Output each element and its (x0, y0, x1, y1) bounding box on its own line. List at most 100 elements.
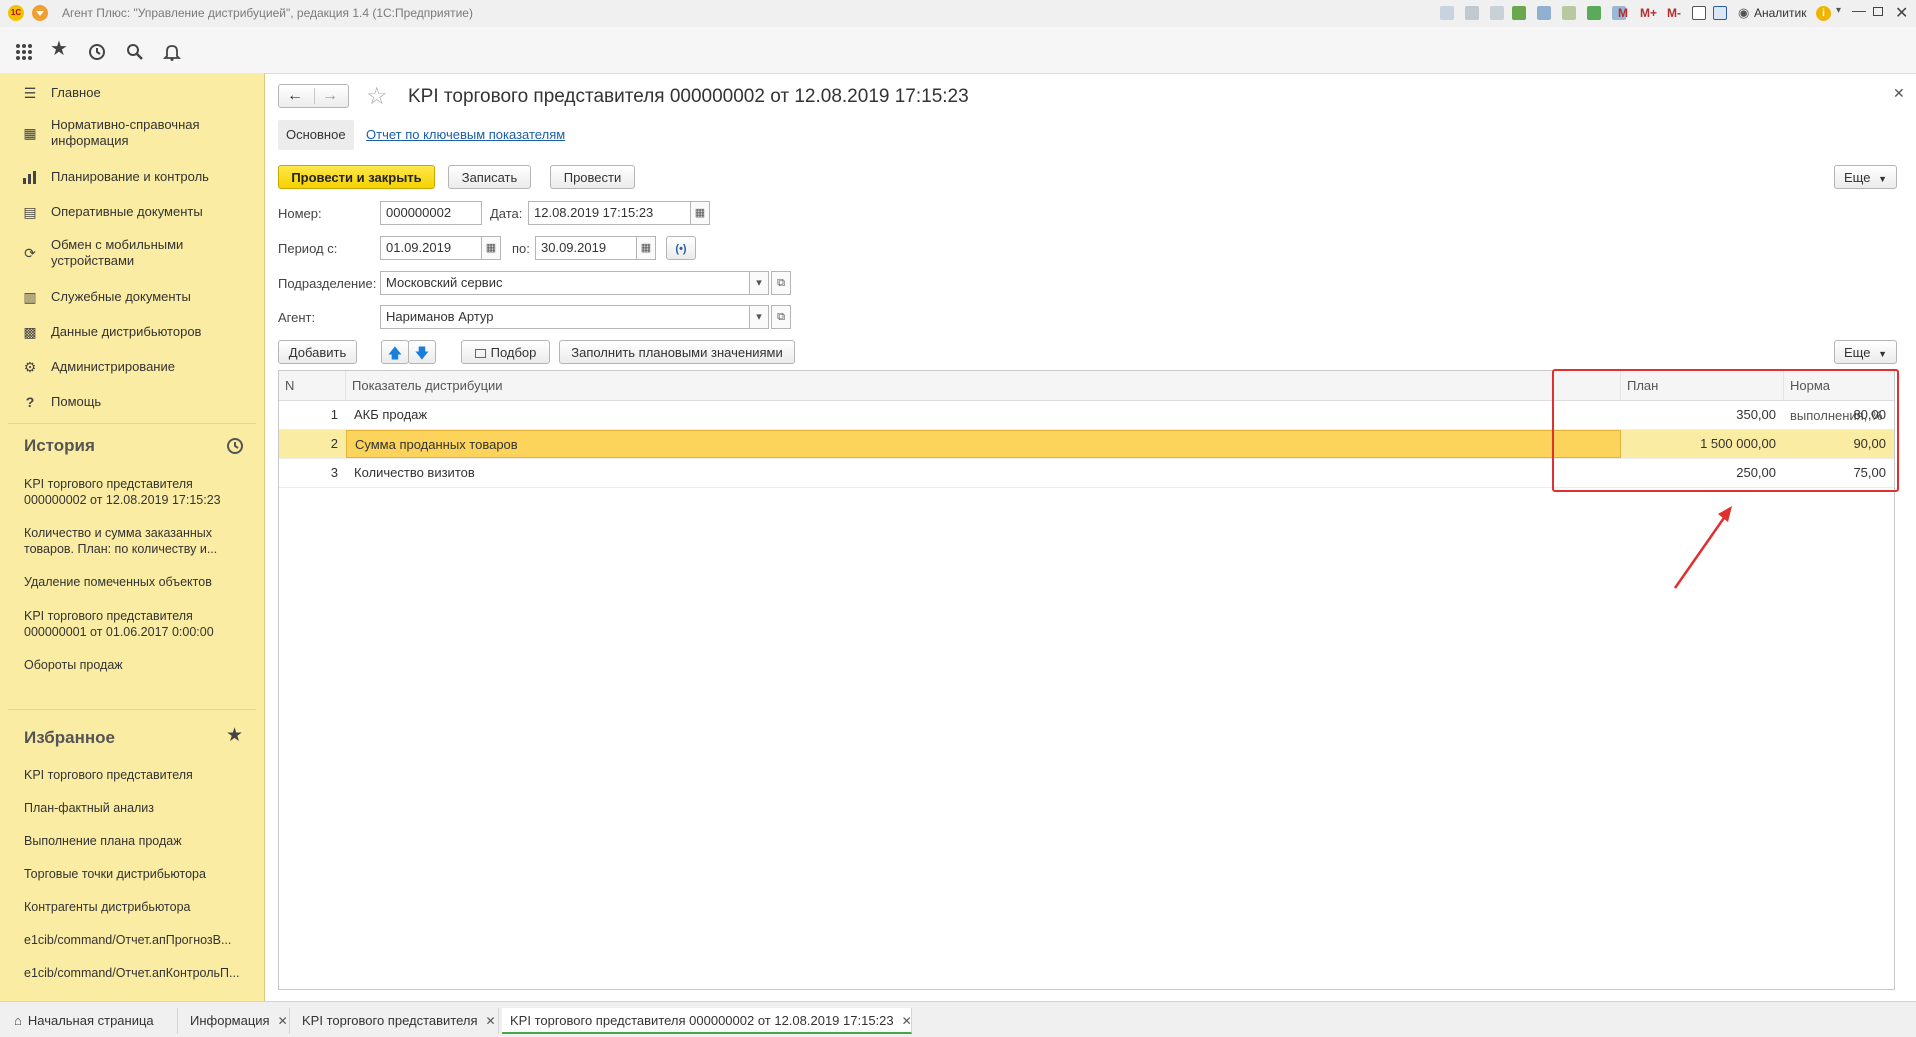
zoom-icon[interactable] (1692, 6, 1706, 20)
sidebar-item-label: Администрирование (51, 359, 175, 374)
favorite-item[interactable]: Выполнение плана продаж (24, 833, 249, 849)
preview-icon[interactable] (1490, 6, 1504, 20)
add-row-button[interactable]: Добавить (278, 340, 357, 364)
post-button[interactable]: Провести (550, 165, 635, 189)
close-icon[interactable]: ✕ (486, 1008, 496, 1034)
sidebar-item-mobile-exchange[interactable]: ⟳ Обмен с мобильными устройствами (0, 237, 264, 271)
move-down-button[interactable]: 🡇 (408, 340, 436, 364)
calendar-icon[interactable]: ▦ (690, 201, 710, 225)
history-icon[interactable] (1562, 6, 1576, 20)
sidebar: ☰ Главное ▦ Нормативно-справочная информ… (0, 73, 265, 1001)
main-menu-dropdown-icon[interactable] (32, 5, 48, 21)
row-indicator[interactable]: Сумма проданных товаров (346, 430, 1621, 458)
division-field[interactable]: Московский сервис (380, 271, 750, 295)
open-link-icon[interactable]: ⧉ (771, 305, 791, 329)
pick-button[interactable]: Подбор (461, 340, 550, 364)
more-button[interactable]: Еще ▼ (1834, 165, 1897, 189)
tab-kpi-report[interactable]: Отчет по ключевым показателям (366, 120, 565, 150)
tab-information[interactable]: Информация ✕ (182, 1008, 290, 1034)
row-indicator[interactable]: Количество визитов (346, 459, 1621, 487)
history-item[interactable]: KPI торгового представителя 000000001 от… (24, 608, 234, 640)
favorite-star-outline-icon[interactable]: ☆ (366, 82, 388, 111)
calendar-icon[interactable]: ▦ (636, 236, 656, 260)
close-icon[interactable]: ✕ (902, 1008, 912, 1034)
save-button[interactable]: Записать (448, 165, 531, 189)
tab-kpi-document[interactable]: KPI торгового представителя 000000002 от… (502, 1008, 912, 1034)
search-icon[interactable] (126, 43, 144, 64)
favorite-item[interactable]: План-фактный анализ (24, 800, 249, 816)
more-label: Еще (1844, 170, 1871, 185)
close-icon[interactable]: ✕ (278, 1008, 288, 1034)
favorite-item[interactable]: Контрагенты дистрибьютора (24, 899, 249, 915)
number-field[interactable]: 000000002 (380, 201, 482, 225)
back-arrow-icon[interactable]: ← (287, 87, 303, 105)
open-link-icon[interactable]: ⧉ (771, 271, 791, 295)
spreadsheet-icon[interactable] (1587, 6, 1601, 20)
user-name[interactable]: Аналитик (1754, 6, 1806, 20)
mail-icon[interactable] (1537, 6, 1551, 20)
history-item[interactable]: KPI торгового представителя 000000002 от… (24, 476, 234, 508)
table-more-button[interactable]: Еще ▼ (1834, 340, 1897, 364)
favorite-item[interactable]: Торговые точки дистрибьютора (24, 866, 249, 882)
info-dropdown-icon[interactable]: ▾ (1836, 5, 1841, 16)
post-and-close-button[interactable]: Провести и закрыть (278, 165, 435, 189)
dropdown-icon[interactable]: ▾ (749, 305, 769, 329)
sidebar-item-planning[interactable]: Планирование и контроль (0, 167, 264, 187)
info-icon[interactable]: i (1816, 6, 1831, 21)
maximize-icon[interactable] (1873, 7, 1883, 16)
more-label: Еще (1844, 345, 1871, 360)
gear-icon: ⚙ (23, 359, 37, 375)
annotation-arrow-icon (1673, 506, 1732, 589)
sidebar-item-main[interactable]: ☰ Главное (0, 83, 264, 103)
sidebar-item-reference-info[interactable]: ▦ Нормативно-справочная информация (0, 117, 264, 151)
sidebar-item-distributor-data[interactable]: ▩ Данные дистрибьюторов (0, 322, 264, 342)
favorites-star-icon[interactable]: ★ (226, 724, 243, 747)
nav-arrows: ← → (278, 84, 349, 108)
sidebar-item-label: Обмен с мобильными устройствами (51, 237, 184, 268)
sidebar-item-operational-docs[interactable]: ▤ Оперативные документы (0, 202, 264, 222)
history-item[interactable]: Обороты продаж (24, 657, 249, 673)
row-number: 1 (330, 407, 338, 422)
tab-main[interactable]: Основное (278, 120, 354, 150)
move-up-button[interactable]: 🡅 (381, 340, 409, 364)
print-icon[interactable] (1465, 6, 1479, 20)
tab-kpi-list[interactable]: KPI торгового представителя ✕ (294, 1008, 499, 1034)
tab-home[interactable]: ⌂ Начальная страница (6, 1008, 178, 1034)
attach-icon[interactable] (1512, 6, 1526, 20)
favorite-item[interactable]: e1cib/command/Отчет.апКонтрольП... (24, 965, 249, 981)
date-field[interactable]: 12.08.2019 17:15:23 (528, 201, 693, 225)
favorite-item[interactable]: KPI торгового представителя (24, 767, 249, 783)
favorite-item[interactable]: e1cib/command/Отчет.апПрогнозВ... (24, 932, 249, 948)
sidebar-item-administration[interactable]: ⚙ Администрирование (0, 357, 264, 377)
chevron-down-icon: ▼ (1878, 349, 1887, 359)
history-clock-icon[interactable] (226, 437, 244, 458)
memory-m-button[interactable]: M (1618, 6, 1628, 20)
history-clock-icon[interactable] (88, 43, 106, 64)
date-label: Дата: (490, 206, 523, 221)
notifications-bell-icon[interactable] (162, 43, 182, 64)
minimize-icon[interactable]: — (1852, 2, 1866, 18)
column-header-indicator[interactable]: Показатель дистрибуции (346, 371, 1621, 401)
sidebar-item-help[interactable]: ? Помощь (0, 392, 264, 412)
period-select-button[interactable]: (•) (666, 236, 696, 260)
agent-field[interactable]: Нариманов Артур (380, 305, 750, 329)
dropdown-icon[interactable]: ▾ (749, 271, 769, 295)
sidebar-item-label: Главное (51, 85, 101, 100)
close-form-icon[interactable]: ✕ (1893, 85, 1905, 102)
save-icon[interactable] (1440, 6, 1454, 20)
history-item[interactable]: Количество и сумма заказанных товаров. П… (24, 525, 249, 557)
memory-mminus-button[interactable]: M- (1667, 6, 1681, 20)
fill-plan-values-button[interactable]: Заполнить плановыми значениями (559, 340, 795, 364)
memory-mplus-button[interactable]: M+ (1640, 6, 1657, 20)
history-item[interactable]: Удаление помеченных объектов (24, 574, 249, 590)
row-number: 2 (330, 436, 338, 451)
close-window-icon[interactable]: ✕ (1895, 3, 1908, 23)
column-header-n[interactable]: N (279, 371, 346, 401)
calendar-icon[interactable]: ▦ (481, 236, 501, 260)
panels-icon[interactable] (1713, 6, 1727, 20)
forward-arrow-icon[interactable]: → (322, 87, 338, 105)
favorites-star-icon[interactable]: ★ (50, 37, 68, 61)
apps-grid-icon[interactable] (15, 43, 33, 64)
sidebar-item-service-docs[interactable]: ▥ Служебные документы (0, 287, 264, 307)
row-indicator[interactable]: АКБ продаж (346, 401, 1621, 429)
